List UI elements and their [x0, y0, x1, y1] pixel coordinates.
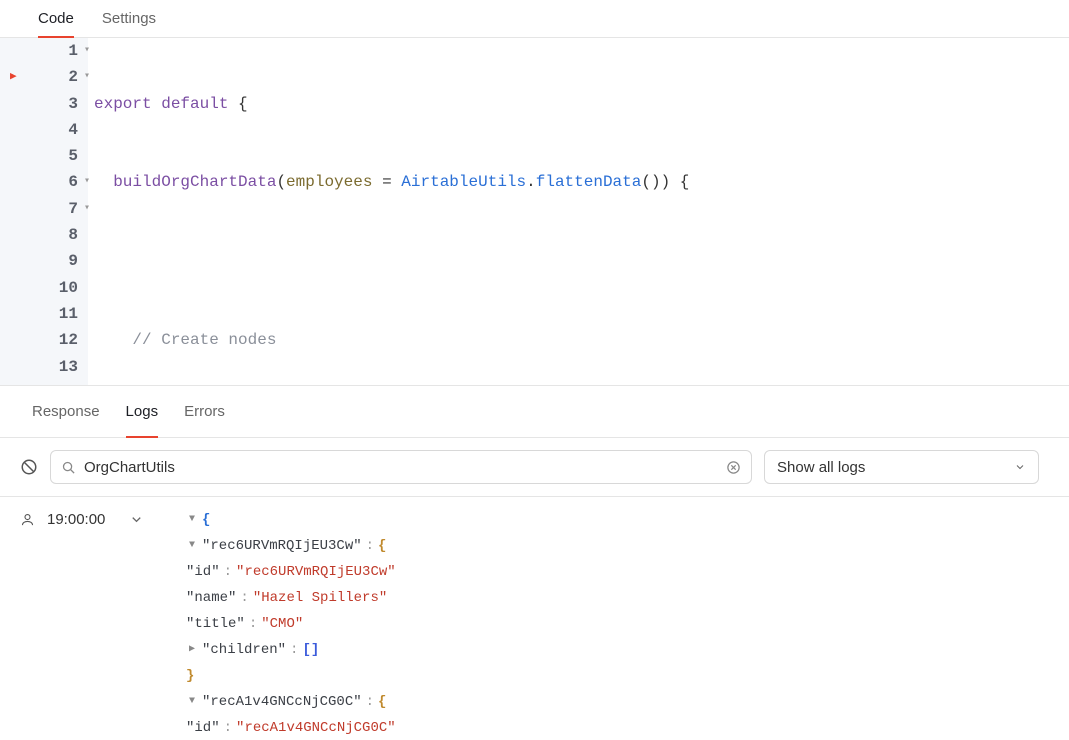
log-json-tree[interactable]: ▼{ ▼"rec6URVmRQIjEU3Cw":{ "id":"rec6URVm…	[186, 497, 1069, 740]
gutter-row[interactable]: 7▾	[0, 196, 88, 222]
gutter-row[interactable]: 11	[0, 301, 88, 327]
output-tabs: Response Logs Errors	[0, 386, 1069, 438]
tab-logs[interactable]: Logs	[126, 386, 159, 437]
disclosure-icon[interactable]: ▼	[186, 689, 198, 715]
log-entry-meta: 19:00:00	[0, 497, 186, 740]
gutter-row[interactable]: 12	[0, 327, 88, 353]
clear-logs-icon[interactable]	[20, 458, 38, 476]
log-timestamp-row[interactable]: 19:00:00	[20, 511, 176, 528]
gutter-row[interactable]: ▶2▾	[0, 64, 88, 90]
gutter-row[interactable]: 8	[0, 222, 88, 248]
logs-filter-label: Show all logs	[777, 459, 865, 476]
gutter-row[interactable]: 4	[0, 117, 88, 143]
gutter-row[interactable]: 10	[0, 275, 88, 301]
gutter-row[interactable]: 3	[0, 91, 88, 117]
tab-errors[interactable]: Errors	[184, 386, 225, 437]
fold-icon[interactable]: ▾	[84, 196, 90, 222]
tab-response[interactable]: Response	[32, 386, 100, 437]
gutter: 1▾ ▶2▾ 3 4 5 6▾ 7▾ 8 9 10 11 12 13	[0, 38, 88, 385]
code-content[interactable]: export default { buildOrgChartData(emplo…	[88, 38, 1069, 385]
tab-settings[interactable]: Settings	[102, 0, 156, 37]
fold-icon[interactable]: ▾	[84, 38, 90, 64]
disclosure-icon[interactable]: ▼	[186, 533, 198, 559]
fold-icon[interactable]: ▾	[84, 169, 90, 195]
logs-search-input[interactable]	[84, 459, 718, 476]
gutter-row[interactable]: 13	[0, 354, 88, 380]
logs-search[interactable]	[50, 450, 752, 484]
code-editor[interactable]: 1▾ ▶2▾ 3 4 5 6▾ 7▾ 8 9 10 11 12 13 expor…	[0, 38, 1069, 386]
gutter-row[interactable]: 1▾	[0, 38, 88, 64]
logs-body: 19:00:00 ▼{ ▼"rec6URVmRQIjEU3Cw":{ "id":…	[0, 497, 1069, 740]
logs-toolbar: Show all logs	[0, 438, 1069, 497]
clear-search-icon[interactable]	[726, 460, 741, 475]
top-tabs: Code Settings	[0, 0, 1069, 38]
gutter-row[interactable]: 9	[0, 248, 88, 274]
disclosure-icon[interactable]: ▶	[186, 637, 198, 663]
tab-code[interactable]: Code	[38, 0, 74, 37]
fold-icon[interactable]: ▾	[84, 64, 90, 90]
breakpoint-icon[interactable]: ▶	[10, 64, 17, 90]
chevron-down-icon[interactable]	[129, 512, 144, 527]
log-timestamp: 19:00:00	[47, 511, 105, 528]
gutter-row[interactable]: 6▾	[0, 169, 88, 195]
disclosure-icon[interactable]: ▼	[186, 507, 198, 533]
logs-filter-select[interactable]: Show all logs	[764, 450, 1039, 484]
user-icon	[20, 512, 35, 527]
chevron-down-icon	[1014, 461, 1026, 473]
search-icon	[61, 460, 76, 475]
gutter-row[interactable]: 5	[0, 143, 88, 169]
